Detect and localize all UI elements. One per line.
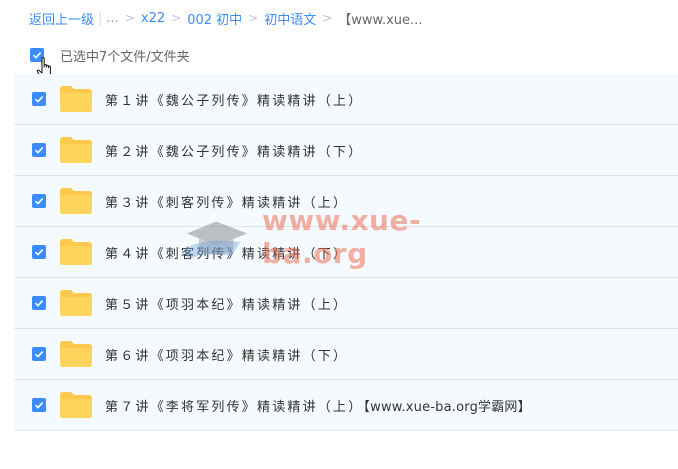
breadcrumb-item[interactable]: 002 初中: [187, 9, 242, 28]
folder-icon: [60, 392, 92, 418]
check-icon: [34, 351, 44, 358]
folder-icon: [60, 239, 92, 265]
folder-icon: [60, 290, 92, 316]
check-icon: [34, 402, 44, 409]
folder-icon: [60, 341, 92, 367]
check-icon: [34, 300, 44, 307]
file-name[interactable]: 第２讲《魏公子列传》精读精讲（下）: [105, 141, 363, 160]
breadcrumb-ellipsis[interactable]: ...: [106, 11, 118, 26]
chevron-right-icon: >: [171, 11, 182, 25]
breadcrumb-divider: |: [98, 10, 103, 26]
row-checkbox[interactable]: [32, 194, 46, 208]
breadcrumb-current: 【www.xue...: [338, 12, 423, 28]
list-item[interactable]: 第７讲《李将军列传》精读精讲（上）【www.xue-ba.org学霸网】: [14, 380, 678, 431]
check-icon: [34, 147, 44, 154]
check-icon: [34, 249, 44, 256]
row-checkbox[interactable]: [32, 347, 46, 361]
list-item[interactable]: 第５讲《项羽本纪》精读精讲（上）: [14, 278, 678, 329]
breadcrumb-item[interactable]: 初中语文: [264, 9, 316, 28]
row-checkbox[interactable]: [32, 398, 46, 412]
back-link[interactable]: 返回上一级: [29, 9, 94, 28]
folder-icon: [60, 137, 92, 163]
file-name[interactable]: 第７讲《李将军列传》精读精讲（上）【www.xue-ba.org学霸网】: [105, 396, 531, 415]
check-icon: [34, 198, 44, 205]
file-name[interactable]: 第６讲《项羽本纪》精读精讲（下）: [105, 345, 348, 364]
row-checkbox[interactable]: [32, 296, 46, 310]
list-item[interactable]: 第１讲《魏公子列传》精读精讲（上）: [14, 74, 678, 125]
chevron-right-icon: >: [322, 11, 333, 25]
row-checkbox[interactable]: [32, 92, 46, 106]
folder-icon: [60, 188, 92, 214]
file-list: 第１讲《魏公子列传》精读精讲（上） 第２讲《魏公子列传》精读精讲（下） 第３讲《…: [14, 74, 678, 431]
breadcrumb: 返回上一级 | ... > x22 > 002 初中 > 初中语文 > 【www…: [29, 9, 423, 28]
file-name[interactable]: 第４讲《刺客列传》精读精讲（下）: [105, 243, 348, 262]
list-item[interactable]: 第３讲《刺客列传》精读精讲（上）: [14, 176, 678, 227]
file-name[interactable]: 第１讲《魏公子列传》精读精讲（上）: [105, 90, 363, 109]
list-item[interactable]: 第４讲《刺客列传》精读精讲（下）: [14, 227, 678, 278]
chevron-right-icon: >: [248, 11, 259, 25]
file-name[interactable]: 第５讲《项羽本纪》精读精讲（上）: [105, 294, 348, 313]
chevron-right-icon: >: [124, 11, 135, 25]
check-icon: [34, 96, 44, 103]
list-item[interactable]: 第６讲《项羽本纪》精读精讲（下）: [14, 329, 678, 380]
list-item[interactable]: 第２讲《魏公子列传》精读精讲（下）: [14, 125, 678, 176]
selection-count: 已选中7个文件/文件夹: [60, 49, 190, 65]
file-name[interactable]: 第３讲《刺客列传》精读精讲（上）: [105, 192, 348, 211]
folder-icon: [60, 86, 92, 112]
breadcrumb-item[interactable]: x22: [141, 11, 165, 26]
row-checkbox[interactable]: [32, 143, 46, 157]
row-checkbox[interactable]: [32, 245, 46, 259]
